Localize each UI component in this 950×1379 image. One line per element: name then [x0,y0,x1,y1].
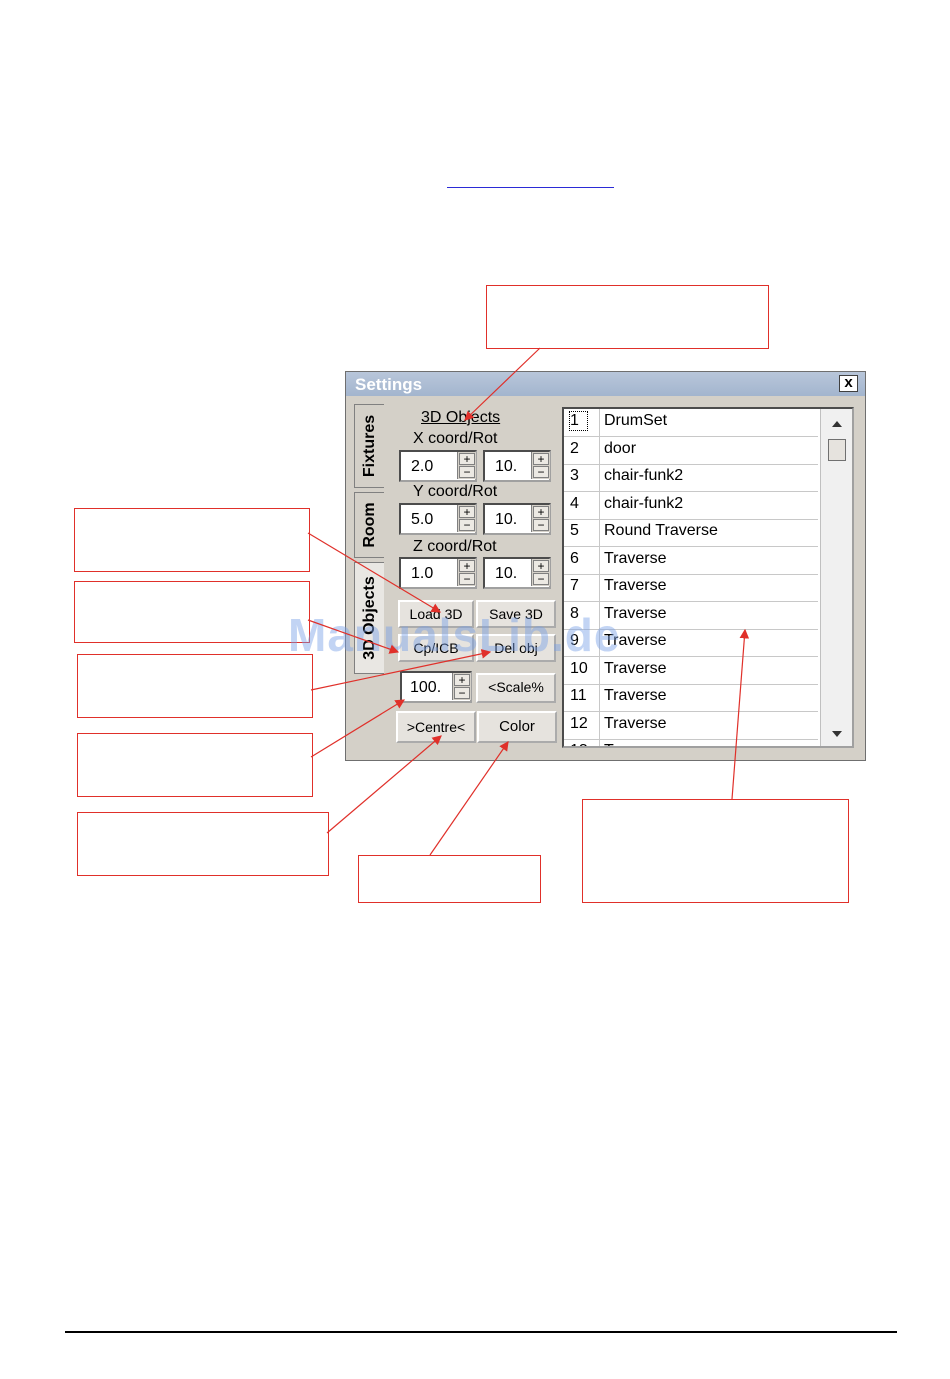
arrow-object-list [731,628,750,800]
callout-arrows [307,347,750,856]
arrow-delete [310,649,492,691]
footer-rule [65,1331,897,1333]
arrow-centre [326,735,442,834]
arrow-copy [307,619,400,654]
arrow-load [307,532,442,613]
arrow-scale [310,699,406,758]
arrow-panel-title [464,347,541,421]
arrow-color [429,741,509,856]
